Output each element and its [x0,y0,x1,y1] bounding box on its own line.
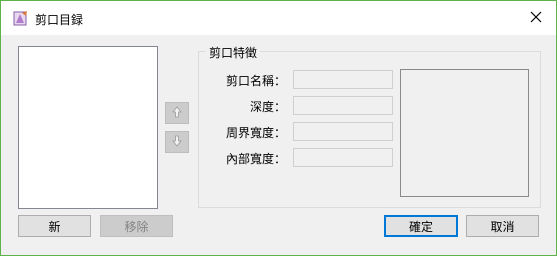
new-button[interactable]: 新 [18,215,91,237]
cancel-button[interactable]: 取消 [466,215,539,237]
perimeter-width-field[interactable] [293,122,393,141]
depth-label: 深度： [249,100,286,114]
dialog-window: 剪口目録 剪口特徵 剪口名稱： 深度： 周界寬度： 內部寬度： 新 移除 確定 … [0,0,557,256]
close-icon [530,11,542,26]
arrow-down-icon [172,135,182,150]
notch-preview [400,69,529,197]
window-title: 剪口目録 [35,13,84,27]
remove-button[interactable]: 移除 [100,215,173,237]
inner-width-field[interactable] [293,148,393,167]
arrow-up-icon [172,105,182,121]
notch-name-field[interactable] [293,70,393,89]
perimeter-width-label: 周界寬度： [225,126,286,140]
title-bar: 剪口目録 [1,1,556,35]
notch-list[interactable] [18,46,158,209]
app-icon [13,10,29,26]
group-title: 剪口特徵 [206,44,261,61]
close-button[interactable] [516,1,556,35]
ok-button[interactable]: 確定 [384,215,458,237]
notch-name-label: 剪口名稱： [225,74,286,88]
depth-field[interactable] [293,96,393,115]
inner-width-label: 內部寬度： [225,152,286,166]
